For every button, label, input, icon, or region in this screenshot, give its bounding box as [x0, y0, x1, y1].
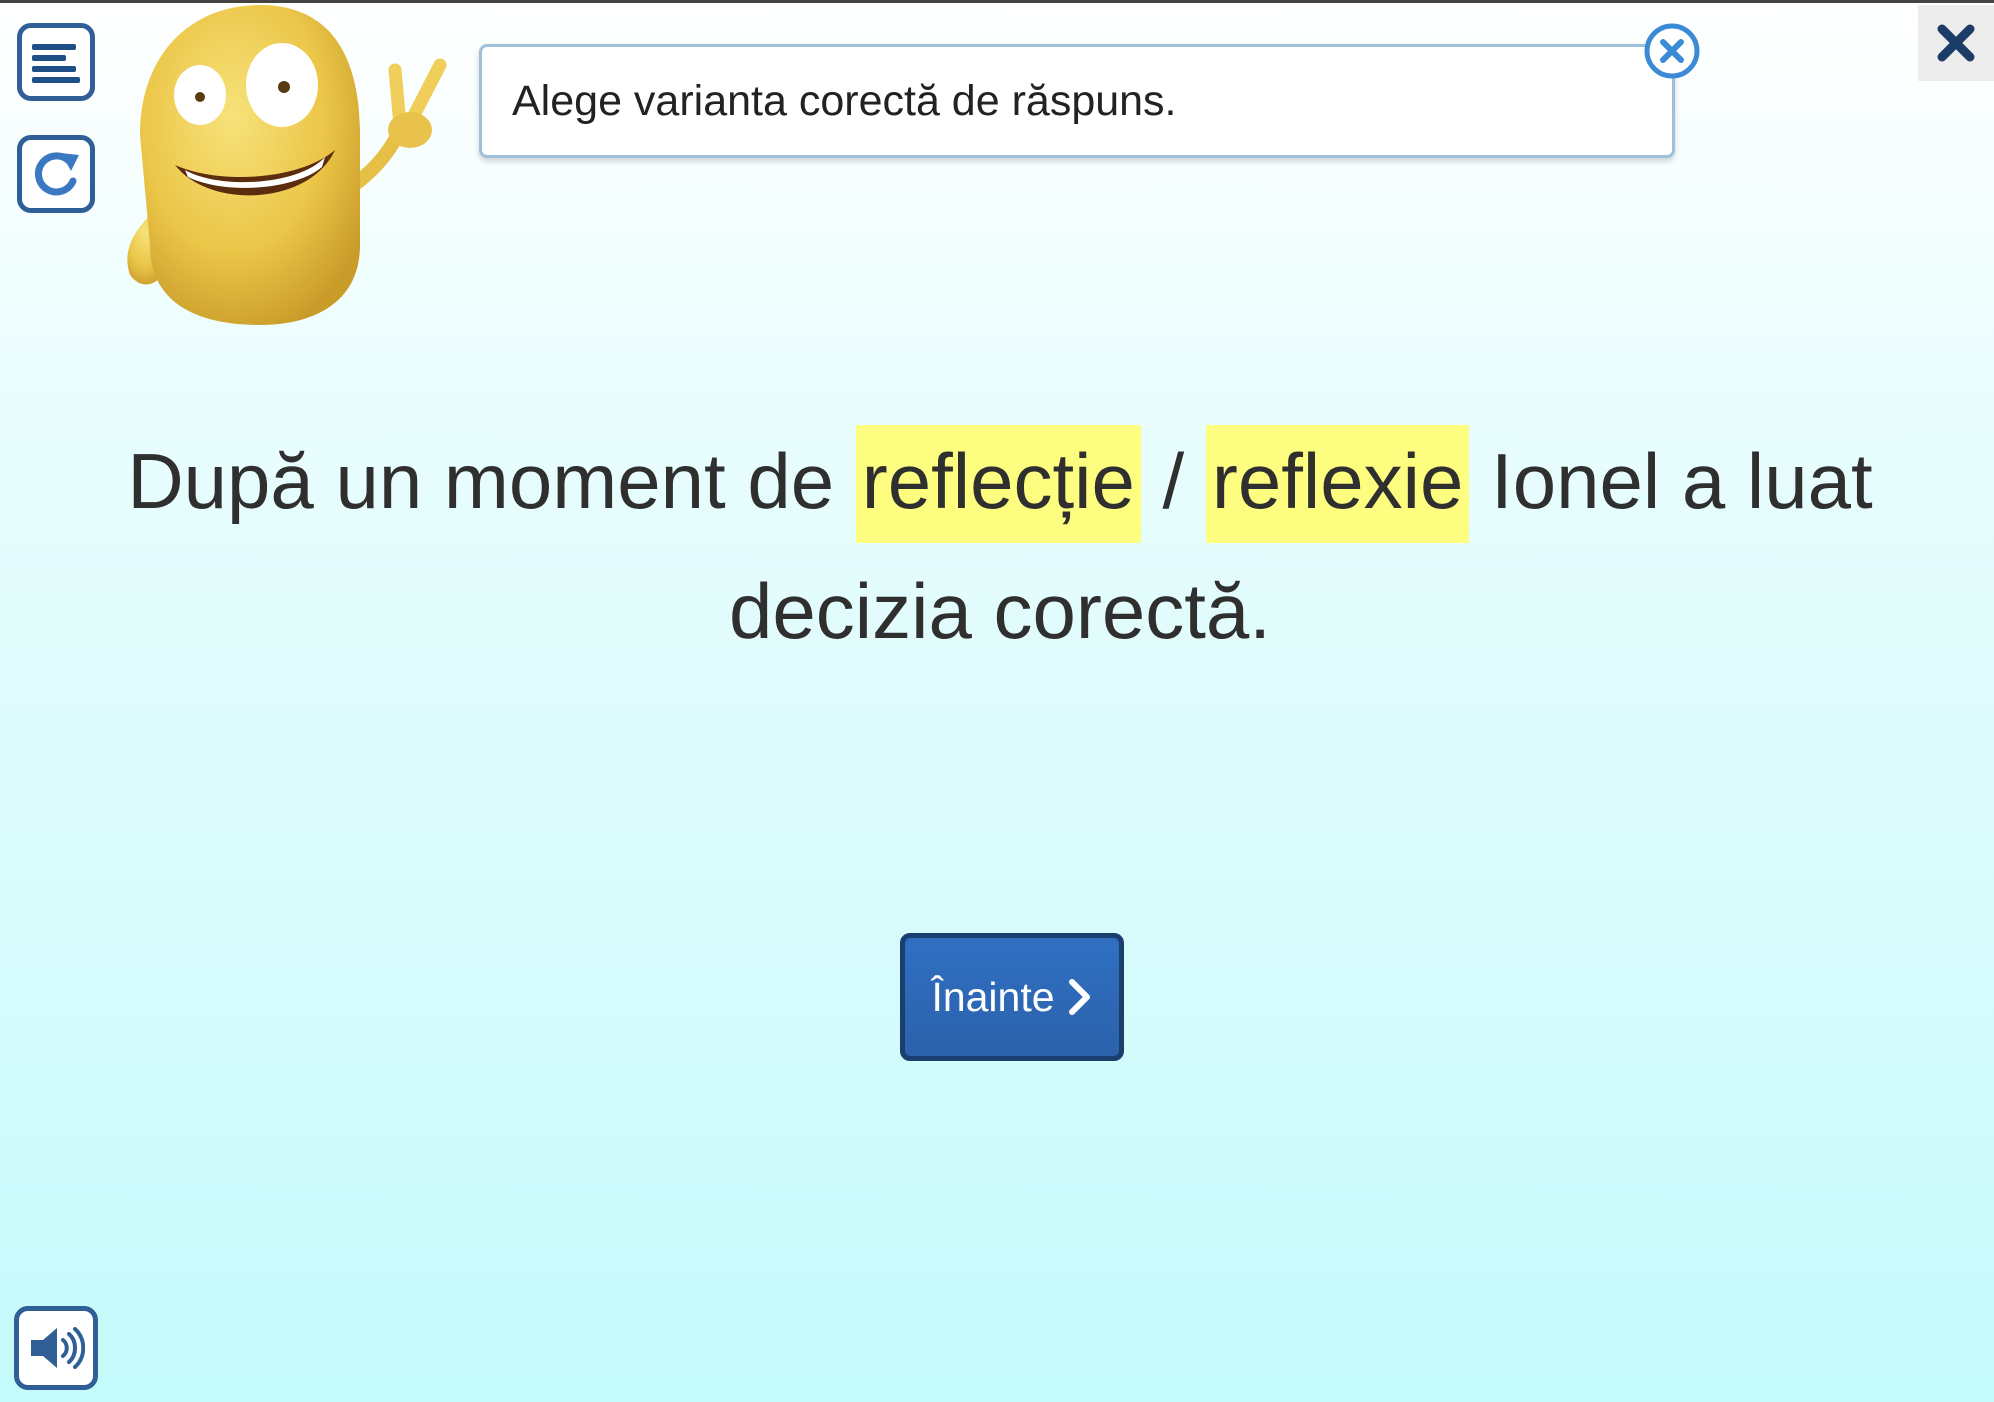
next-button-label: Înainte: [931, 973, 1055, 1020]
circle-close-icon[interactable]: [1643, 22, 1701, 80]
close-icon: [1937, 24, 1975, 62]
instruction-text: Alege varianta corectă de răspuns.: [512, 76, 1177, 125]
speaker-icon: [31, 1327, 85, 1369]
menu-button[interactable]: [17, 23, 95, 101]
reload-icon: [34, 152, 79, 196]
top-border: [0, 0, 1994, 3]
sound-button[interactable]: [14, 1306, 98, 1390]
sentence-before: După un moment de: [127, 437, 856, 525]
mascot-image: [127, 5, 447, 325]
question-sentence: După un moment de reflecție / reflexie I…: [100, 416, 1900, 676]
menu-lines-icon: [32, 44, 80, 83]
reload-button[interactable]: [17, 135, 95, 213]
next-button[interactable]: Înainte: [900, 933, 1124, 1061]
choice-separator: /: [1140, 437, 1206, 525]
chevron-right-icon: [1068, 979, 1090, 1015]
instruction-tooltip: Alege varianta corectă de răspuns.: [479, 44, 1675, 158]
choice-option-2[interactable]: reflexie: [1205, 425, 1470, 543]
close-button[interactable]: [1918, 5, 1994, 81]
choice-option-1[interactable]: reflecție: [855, 425, 1141, 543]
